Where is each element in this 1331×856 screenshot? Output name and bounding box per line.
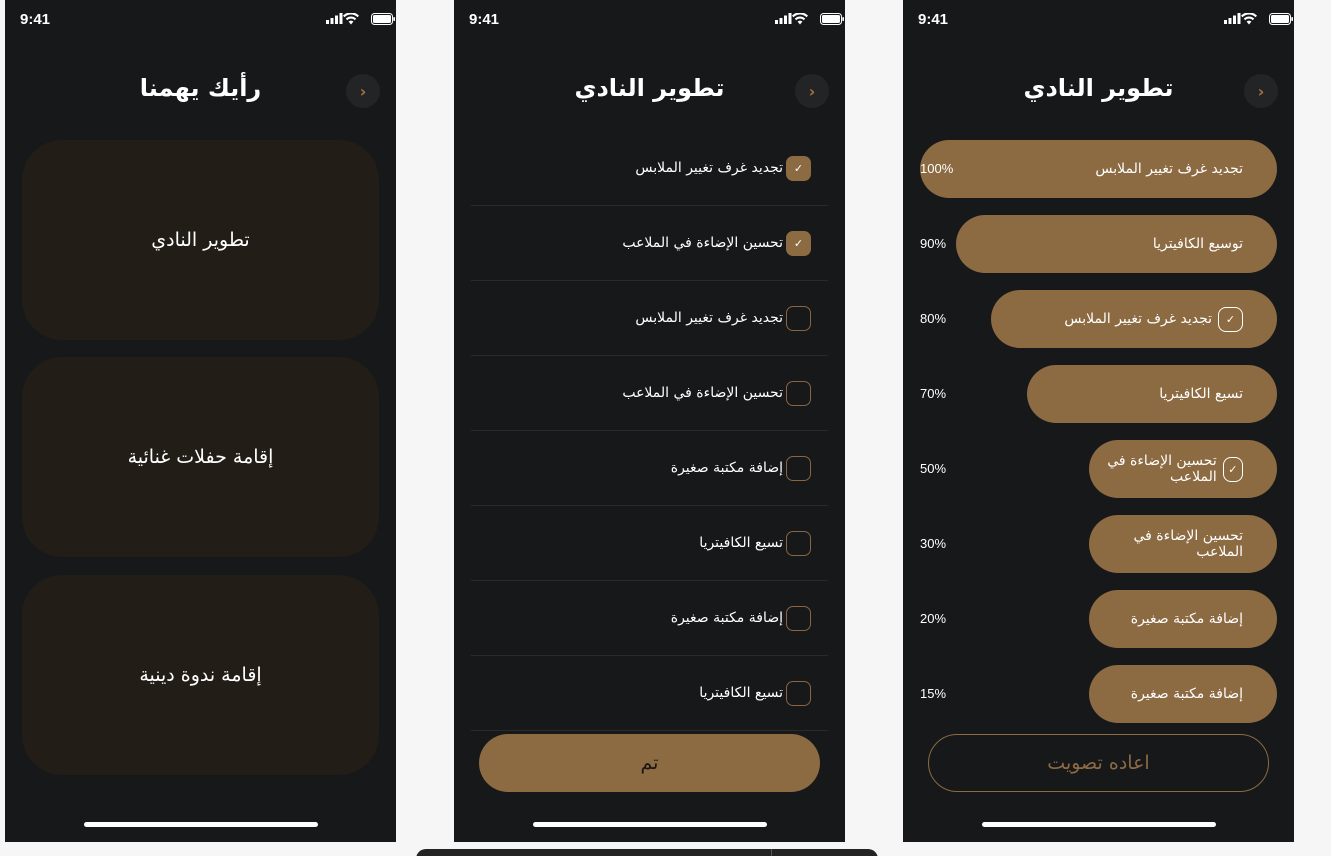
checkbox[interactable]	[786, 530, 811, 556]
revote-button[interactable]: اعاده تصويت	[928, 734, 1269, 792]
option-label: تسيع الكافيتريا	[699, 535, 783, 551]
back-button[interactable]: ›	[795, 74, 829, 108]
category-card-club-development[interactable]: تطوير النادي	[22, 140, 379, 340]
checkbox[interactable]: ✓	[786, 155, 811, 181]
back-button[interactable]: ›	[1244, 74, 1278, 108]
checkmark-icon: ✓	[1218, 306, 1243, 332]
result-label: تحسين الإضاءة في الملاعب	[1107, 453, 1217, 485]
status-bar: 9:41	[5, 0, 396, 40]
option-label: تسيع الكافيتريا	[699, 685, 783, 701]
page-title: تطوير النادي	[574, 74, 725, 102]
checkmark-icon: ✓	[1222, 456, 1243, 482]
checkmark-icon: ✓	[793, 236, 804, 250]
result-percent: 100%	[920, 161, 954, 176]
result-percent: 50%	[920, 461, 947, 476]
result-bar: إضافة مكتبة صغيرة	[1089, 665, 1277, 723]
checkbox[interactable]	[786, 680, 811, 706]
wifi-icon	[343, 13, 359, 25]
option-row[interactable]: ✓ تجديد غرف تغيير الملابس	[471, 131, 828, 206]
category-label: تطوير النادي	[151, 229, 250, 251]
category-label: إقامة حفلات غنائية	[127, 446, 274, 468]
back-button[interactable]: ›	[346, 74, 380, 108]
result-percent: 30%	[920, 536, 947, 551]
checkbox[interactable]	[786, 605, 811, 631]
battery-icon	[371, 13, 395, 25]
result-bar: ✓ تجديد غرف تغيير الملابس	[991, 290, 1277, 348]
option-label: إضافة مكتبة صغيرة	[670, 460, 783, 476]
status-bar: 9:41	[903, 0, 1294, 40]
option-row[interactable]: تسيع الكافيتريا	[471, 656, 828, 731]
result-percent: 15%	[920, 686, 947, 701]
option-row[interactable]: تجديد غرف تغيير الملابس	[471, 281, 828, 356]
category-card-religious-seminar[interactable]: إقامة ندوة دينية	[22, 575, 379, 775]
wifi-icon	[792, 13, 808, 25]
result-label: تحسين الإضاءة في الملاعب	[1133, 528, 1243, 560]
option-row[interactable]: إضافة مكتبة صغيرة	[471, 581, 828, 656]
result-bar: تسيع الكافيتريا	[1027, 365, 1277, 423]
done-button-label: تم	[640, 752, 659, 774]
page-title: رأيك يهمنا	[139, 74, 262, 102]
result-bar: ✓ تحسين الإضاءة في الملاعب	[1089, 440, 1277, 498]
bottom-toolbar-fragment	[416, 849, 878, 856]
option-row[interactable]: تحسين الإضاءة في الملاعب	[471, 356, 828, 431]
option-label: تجديد غرف تغيير الملابس	[635, 160, 783, 176]
category-card-music-concerts[interactable]: إقامة حفلات غنائية	[22, 357, 379, 557]
revote-button-label: اعاده تصويت	[1047, 752, 1150, 774]
battery-icon	[1269, 13, 1293, 25]
result-bar: إضافة مكتبة صغيرة	[1089, 590, 1277, 648]
home-indicator	[533, 822, 767, 827]
result-percent: 80%	[920, 311, 947, 326]
home-indicator	[84, 822, 318, 827]
option-row[interactable]: إضافة مكتبة صغيرة	[471, 431, 828, 506]
result-percent: 90%	[920, 236, 947, 251]
result-label: توسيع الكافيتريا	[1152, 236, 1243, 252]
status-bar: 9:41	[454, 0, 845, 40]
done-button[interactable]: تم	[479, 734, 820, 792]
category-label: إقامة ندوة دينية	[139, 664, 262, 686]
status-time: 9:41	[469, 11, 500, 28]
result-label: إضافة مكتبة صغيرة	[1130, 686, 1243, 702]
option-row[interactable]: تسيع الكافيتريا	[471, 506, 828, 581]
screen-vote-results: 9:41 تطوير النادي › اعاده تصويت تجديد غر…	[903, 0, 1294, 842]
signal-icon	[1224, 13, 1241, 24]
checkbox[interactable]	[786, 380, 811, 406]
result-percent: 20%	[920, 611, 947, 626]
result-bar: تحسين الإضاءة في الملاعب	[1089, 515, 1277, 573]
wifi-icon	[1241, 13, 1257, 25]
result-label: تسيع الكافيتريا	[1159, 386, 1243, 402]
option-row[interactable]: ✓ تحسين الإضاءة في الملاعب	[471, 206, 828, 281]
option-label: تحسين الإضاءة في الملاعب	[622, 235, 783, 251]
status-time: 9:41	[918, 11, 949, 28]
home-indicator	[982, 822, 1216, 827]
result-bar: توسيع الكافيتريا	[956, 215, 1277, 273]
chevron-right-icon: ›	[359, 81, 367, 101]
signal-icon	[775, 13, 792, 24]
screen-vote-categories: 9:41 رأيك يهمنا › تطوير النادي إقامة حفل…	[5, 0, 396, 842]
checkbox[interactable]: ✓	[786, 230, 811, 256]
option-label: تحسين الإضاءة في الملاعب	[622, 385, 783, 401]
result-label: تجديد غرف تغيير الملابس	[1064, 311, 1212, 327]
result-percent: 70%	[920, 386, 947, 401]
checkbox[interactable]	[786, 305, 811, 331]
result-label: إضافة مكتبة صغيرة	[1130, 611, 1243, 627]
screens-canvas: 9:41 رأيك يهمنا › تطوير النادي إقامة حفل…	[0, 0, 1331, 856]
chevron-right-icon: ›	[808, 81, 816, 101]
option-label: إضافة مكتبة صغيرة	[670, 610, 783, 626]
battery-icon	[820, 13, 844, 25]
checkbox[interactable]	[786, 455, 811, 481]
result-label: تجديد غرف تغيير الملابس	[1095, 161, 1243, 177]
status-time: 9:41	[20, 11, 51, 28]
screen-vote-options: 9:41 تطوير النادي › تم ✓ تجديد غرف تغيير …	[454, 0, 845, 842]
chevron-right-icon: ›	[1257, 81, 1265, 101]
option-label: تجديد غرف تغيير الملابس	[635, 310, 783, 326]
checkmark-icon: ✓	[793, 161, 804, 175]
signal-icon	[326, 13, 343, 24]
page-title: تطوير النادي	[1023, 74, 1174, 102]
